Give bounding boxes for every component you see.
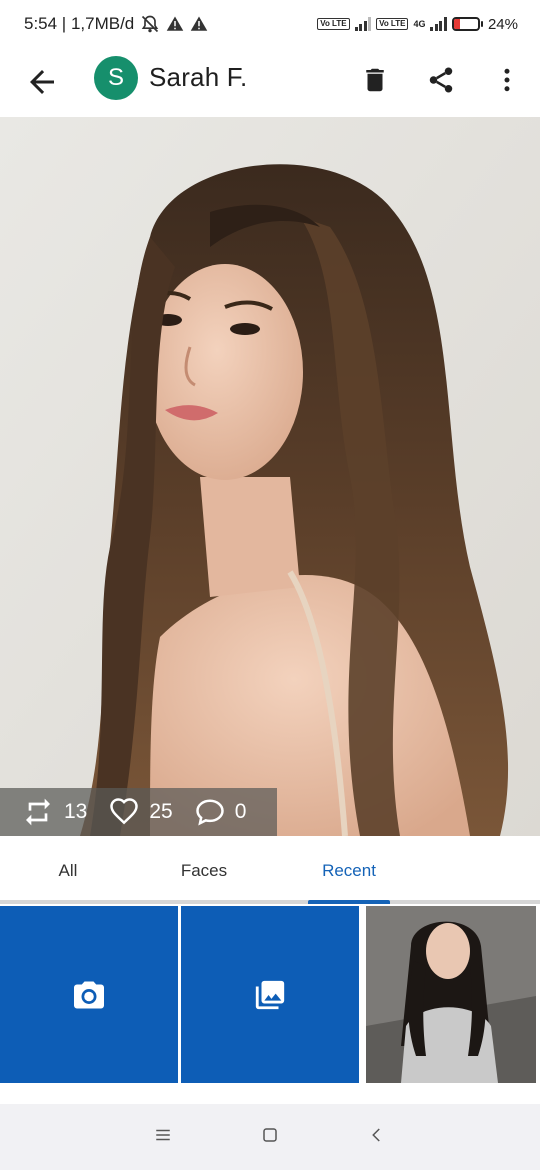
portrait-image <box>0 117 540 836</box>
menu-nav-button[interactable] <box>154 1126 172 1149</box>
warning-icon <box>167 16 184 31</box>
heart-icon <box>110 798 139 825</box>
camera-icon <box>74 981 104 1008</box>
comment-count-value: 0 <box>234 800 247 823</box>
thumbnail-image <box>366 906 536 1083</box>
back-nav-button[interactable] <box>368 1126 386 1149</box>
system-nav-bar <box>0 1104 540 1170</box>
status-bar: 5:54 | 1,7MB/d Vo LTE Vo LTE 4G 24% <box>0 0 540 48</box>
back-arrow-icon <box>30 70 54 94</box>
share-count[interactable]: 13 <box>22 796 87 828</box>
battery-percent: 24% <box>487 15 518 33</box>
share-icon <box>429 67 453 93</box>
comment-icon <box>195 799 224 826</box>
home-nav-button[interactable] <box>261 1126 279 1149</box>
warning-icon <box>191 16 208 31</box>
bell-off-icon <box>142 15 159 33</box>
home-square-icon <box>263 1127 277 1142</box>
trash-icon <box>366 68 384 92</box>
tab-all[interactable]: All <box>0 836 136 900</box>
photo-thumbnail[interactable] <box>366 906 536 1083</box>
gallery-tile[interactable] <box>181 906 359 1083</box>
status-left: 5:54 | 1,7MB/d <box>24 14 208 34</box>
share-button[interactable] <box>421 60 461 100</box>
app-bar: S Sarah F. <box>0 48 540 116</box>
page-title: Sarah F. <box>149 62 248 92</box>
menu-icon <box>156 1129 171 1140</box>
gallery-icon <box>255 980 285 1009</box>
comment-count[interactable]: 0 <box>195 797 247 827</box>
volte-badge: Vo LTE <box>376 18 409 30</box>
share-count-value: 13 <box>64 800 88 823</box>
time-speed-text: 5:54 | 1,7MB/d <box>24 14 135 33</box>
more-options-button[interactable] <box>487 60 527 100</box>
more-vert-icon <box>504 68 510 92</box>
main-photo[interactable]: 13 25 0 <box>0 117 540 836</box>
like-count-value: 25 <box>149 800 173 823</box>
tab-faces[interactable]: Faces <box>136 836 272 900</box>
camera-tile[interactable] <box>0 906 178 1083</box>
like-count[interactable]: 25 <box>109 797 173 827</box>
repost-icon <box>26 798 50 826</box>
signal-icon <box>430 17 447 31</box>
network-type: 4G <box>413 19 426 29</box>
photo-stats-bar: 13 25 0 <box>0 788 277 836</box>
volte-badge: Vo LTE <box>317 18 350 30</box>
delete-button[interactable] <box>355 60 395 100</box>
status-right: Vo LTE Vo LTE 4G 24% <box>317 16 518 33</box>
signal-icon <box>354 17 372 31</box>
chevron-left-icon <box>371 1127 380 1142</box>
back-button[interactable] <box>24 64 60 100</box>
battery-icon <box>451 17 483 31</box>
avatar[interactable]: S <box>94 56 138 100</box>
tab-recent[interactable]: Recent <box>290 836 408 904</box>
photo-grid <box>0 906 540 1084</box>
tab-bar: All Faces Recent <box>0 836 540 904</box>
